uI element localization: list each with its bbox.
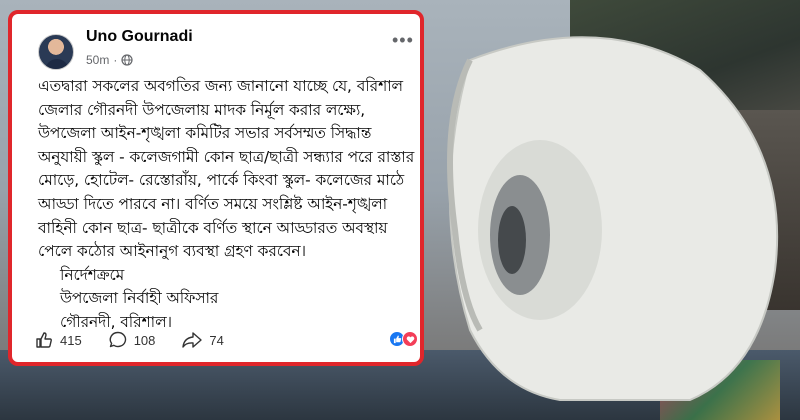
dot-separator: · bbox=[113, 53, 118, 67]
post-line: জেলার গৌরনদী উপজেলায় মাদক নির্মূল করার … bbox=[38, 100, 366, 119]
signature-line: উপজেলা নির্বাহী অফিসার bbox=[60, 289, 219, 308]
post-line: এতদ্বারা সকলের অবগতির জন্য জানানো যাচ্ছে… bbox=[38, 77, 403, 95]
like-button[interactable]: 415 bbox=[34, 330, 82, 350]
signature-line: নির্দেশক্রমে bbox=[60, 265, 125, 284]
post-line: মোড়ে, হোটেল- রেস্তোরাঁয়, পার্কে কিংবা … bbox=[38, 171, 405, 190]
share-icon bbox=[182, 332, 203, 348]
post-footer: 415 108 74 bbox=[34, 327, 418, 353]
love-reaction-icon bbox=[402, 331, 418, 347]
post-text: এতদ্বারা সকলের অবগতির জন্য জানানো যাচ্ছে… bbox=[38, 75, 418, 335]
like-count: 415 bbox=[60, 332, 82, 348]
post-line: আড্ডা দিতে পারবে না। বর্ণিত সময়ে সংশ্লি… bbox=[38, 194, 388, 213]
comment-button[interactable]: 108 bbox=[108, 330, 156, 350]
post-author[interactable]: Uno Gournadi bbox=[86, 28, 193, 46]
post-line: উপজেলা আইন-শৃঙ্খলা কমিটির সভার সর্বসম্মত… bbox=[38, 124, 372, 143]
share-count: 74 bbox=[209, 332, 224, 348]
more-options-icon[interactable]: ••• bbox=[392, 30, 414, 51]
comment-icon bbox=[109, 331, 126, 348]
horn-core bbox=[498, 206, 526, 274]
post-meta: 50m · bbox=[86, 53, 133, 67]
post-line: বাহিনী কোন ছাত্র- ছাত্রীকে বর্ণিত স্থানে… bbox=[38, 218, 388, 237]
comment-count: 108 bbox=[133, 332, 156, 348]
post-line: অনুযায়ী স্কুল - কলেজগামী কোন ছাত্র/ছাত্… bbox=[38, 147, 415, 166]
avatar[interactable] bbox=[38, 34, 74, 70]
share-button[interactable]: 74 bbox=[181, 330, 224, 350]
post-time[interactable]: 50m bbox=[86, 53, 109, 67]
globe-icon bbox=[121, 54, 133, 66]
post-line: পেলে কঠোর আইনানুগ ব্যবস্থা গ্রহণ করবেন। bbox=[38, 242, 306, 261]
thumbs-up-icon bbox=[36, 332, 52, 348]
reaction-icons[interactable] bbox=[389, 331, 418, 347]
